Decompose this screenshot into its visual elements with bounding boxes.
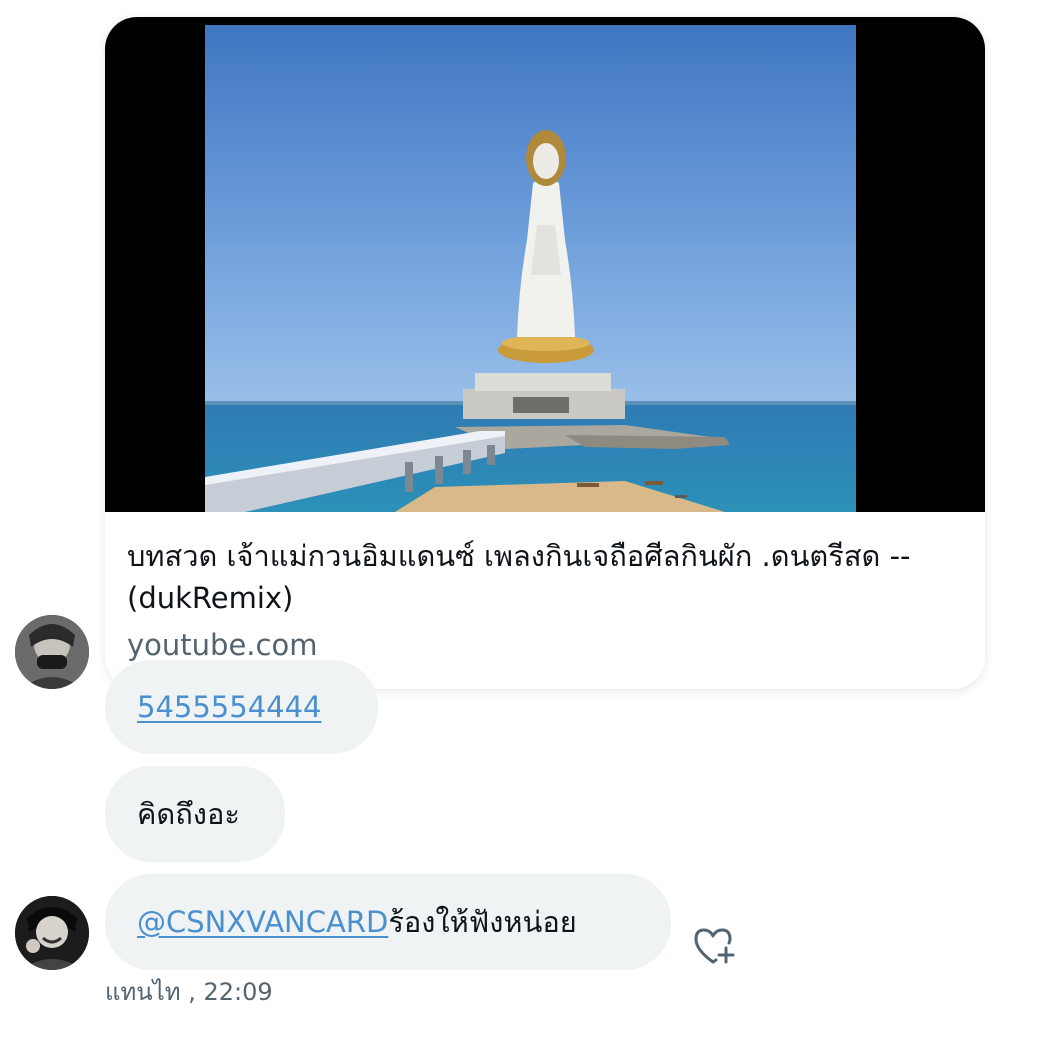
message-bubble[interactable]: @CSNXVANCARD ร้องให้ฟังหน่อย <box>105 874 671 970</box>
message-bubble[interactable]: คิดถึงอะ <box>105 766 285 862</box>
link-preview-card[interactable]: บทสวด เจ้าแม่กวนอิมแดนซ์ เพลงกินเจถือศีล… <box>105 17 985 689</box>
mention-link[interactable]: @CSNXVANCARD <box>137 902 388 942</box>
user-avatar[interactable] <box>15 615 89 689</box>
user-avatar[interactable] <box>15 896 89 970</box>
message-bubble[interactable]: 5455554444 <box>105 660 378 754</box>
dm-conversation: บทสวด เจ้าแม่กวนอิมแดนซ์ เพลงกินเจถือศีล… <box>0 0 1049 1050</box>
guanyin-statue-photo <box>205 25 856 512</box>
message-sender-time: แทนไท , 22:09 <box>105 978 273 1006</box>
link-preview-title[interactable]: บทสวด เจ้าแม่กวนอิมแดนซ์ เพลงกินเจถือศีล… <box>127 535 967 619</box>
phone-link[interactable]: 5455554444 <box>137 687 322 727</box>
link-preview-media[interactable] <box>105 17 985 512</box>
link-preview-domain: youtube.com <box>127 628 318 662</box>
message-text: ร้องให้ฟังหน่อย <box>388 905 577 939</box>
message-text: คิดถึงอะ <box>137 797 240 831</box>
heart-plus-icon[interactable] <box>692 926 736 966</box>
